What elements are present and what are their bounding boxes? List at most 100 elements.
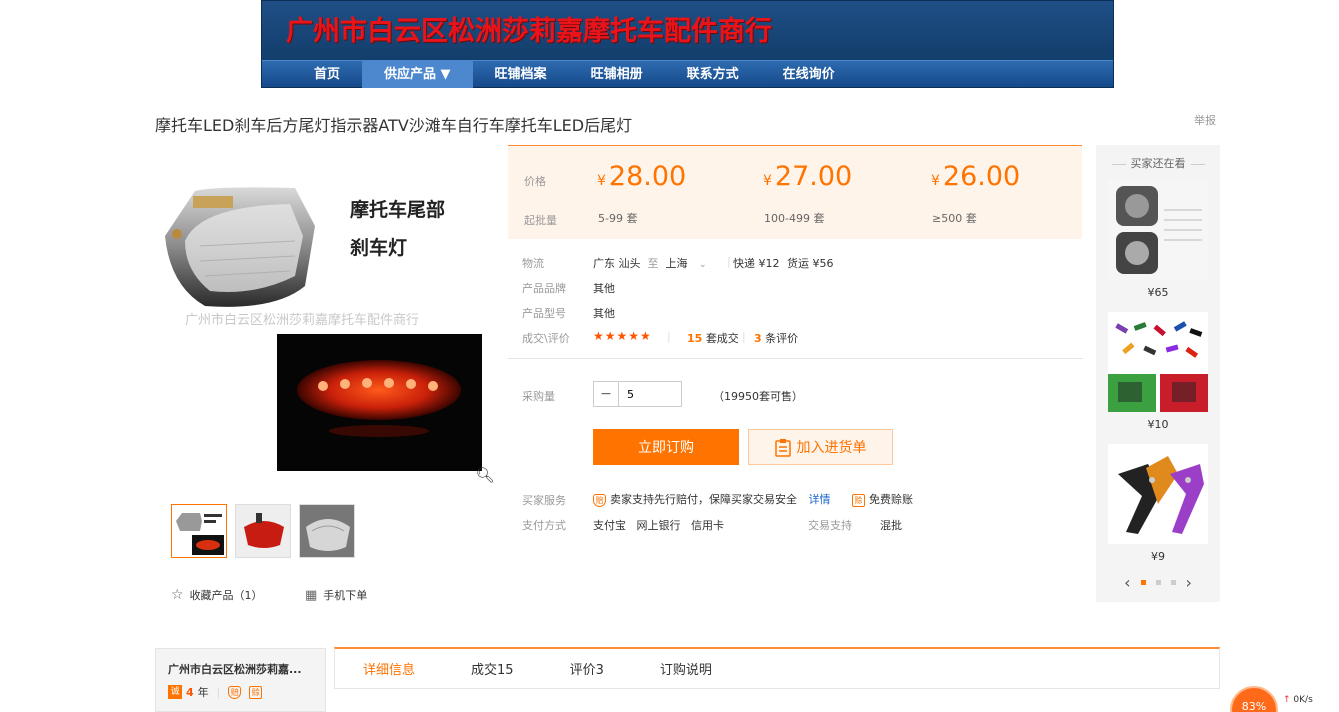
model-label: 产品型号 (522, 307, 566, 320)
thumbnail-1[interactable] (171, 504, 227, 558)
favorite-label: 收藏产品（1） (189, 589, 263, 602)
brand-label: 产品品牌 (522, 282, 566, 295)
price-box: 价格 起批量 ¥28.00 ¥27.00 ¥26.00 5-99 套 100-4… (508, 145, 1082, 239)
recommendation-1-illustration (1108, 180, 1208, 280)
carousel-dot-1[interactable] (1140, 580, 1146, 585)
carousel-dot-3[interactable] (1170, 580, 1176, 585)
qty-tier-3: ≥500 套 (932, 212, 977, 225)
thumbnail-strip (171, 504, 355, 558)
nav-contact[interactable]: 联系方式 (665, 61, 761, 88)
shop-card-name[interactable]: 广州市白云区松洲莎莉嘉... (168, 661, 302, 677)
recommendation-price-1[interactable]: ¥65 (1096, 286, 1220, 299)
qr-code-icon: ▦ (305, 587, 318, 603)
reviews-count[interactable]: 3 条评价 (754, 330, 798, 346)
quantity-minus-button[interactable]: − (594, 382, 619, 406)
thumbnail-2-image (236, 505, 290, 557)
model-value: 其他 (593, 307, 615, 320)
recommendation-price-2[interactable]: ¥10 (1096, 418, 1220, 431)
nav-album[interactable]: 旺铺相册 (569, 61, 665, 88)
tab-reviews[interactable]: 评价3 (542, 659, 632, 678)
product-title: 摩托车LED刹车后方尾灯指示器ATV沙滩车自行车摩托车LED后尾灯 (155, 116, 633, 135)
mobile-order[interactable]: ▦ 手机下单 (305, 587, 367, 603)
price-tier-3: ¥26.00 (931, 161, 1021, 192)
price-label: 价格 (524, 175, 546, 188)
image-caption-2: 刹车灯 (350, 236, 407, 259)
nav-inquiry[interactable]: 在线询价 (761, 61, 857, 88)
network-speed: ↑ 0K/s (1280, 692, 1339, 712)
image-caption-1: 摩托车尾部 (350, 198, 445, 221)
shop-banner: 广州市白云区松洲莎莉嘉摩托车配件商行 首页 供应产品 ▼ 旺铺档案 旺铺相册 联… (261, 0, 1114, 88)
image-watermark: 广州市白云区松洲莎莉嘉摩托车配件商行 (185, 312, 419, 328)
tab-deals[interactable]: 成交15 (443, 659, 542, 678)
free-credit: 免费赊账 (869, 493, 913, 506)
price-tier-1: ¥28.00 (597, 161, 687, 192)
mobile-order-label: 手机下单 (323, 589, 368, 602)
main-product-image[interactable]: 摩托车尾部 刹车灯 广州市白云区松洲莎莉嘉摩托车配件商行 (155, 146, 495, 486)
favorite-product[interactable]: ☆ 收藏产品（1） (171, 587, 263, 603)
recommendation-image-2[interactable] (1108, 312, 1208, 412)
star-outline-icon: ☆ (171, 587, 184, 603)
shield-icon: 赔 (593, 493, 606, 507)
payment-methods: 支付宝 网上银行 信用卡 (593, 519, 724, 532)
zoom-icon[interactable]: 🔍︎ (474, 464, 496, 486)
chevron-down-icon: ⌄ (699, 260, 707, 270)
recommendation-image-3[interactable] (1108, 444, 1208, 544)
freight-fee: 货运 ¥56 (787, 257, 834, 270)
tab-details[interactable]: 详细信息 (335, 659, 443, 678)
shop-years-unit: 年 (197, 686, 209, 699)
rating-divider: | (667, 330, 671, 343)
qty-label: 采购量 (522, 390, 555, 403)
add-to-cart-button[interactable]: 加入进货单 (748, 429, 893, 465)
deals-count[interactable]: 15 套成交 (687, 330, 739, 346)
shop-years-divider: | (216, 685, 221, 699)
payment-label: 支付方式 (522, 519, 566, 532)
trade-support-value: 混批 (880, 519, 902, 532)
recommendation-price-3[interactable]: ¥9 (1096, 550, 1220, 563)
nav-profile[interactable]: 旺铺档案 (473, 61, 569, 88)
shop-card: 广州市白云区松洲莎莉嘉... 诚 4 年 | 赔 赊 (155, 648, 326, 712)
service-detail-link[interactable]: 详情 (809, 493, 831, 506)
quantity-stepper: − (593, 381, 682, 407)
deals-divider: | (742, 330, 746, 343)
network-speed-value: 0K/s (1293, 695, 1313, 705)
speed-widget[interactable]: 83% (1230, 686, 1278, 712)
nav-products[interactable]: 供应产品 ▼ (362, 60, 473, 88)
chevron-left-icon[interactable]: ‹ (1124, 573, 1130, 592)
credit-icon-small: 赊 (249, 685, 263, 699)
thumbnail-3-image (300, 505, 354, 557)
recommendations-sidebar: 买家还在看 ¥65 ¥10 ¥9 ‹ › (1096, 145, 1220, 602)
brand-value: 其他 (593, 282, 615, 295)
carousel-dot-2[interactable] (1155, 580, 1161, 585)
quantity-input[interactable] (619, 382, 681, 406)
tab-order-notes[interactable]: 订购说明 (632, 659, 740, 678)
chengxintong-icon: 诚 (168, 685, 182, 699)
qty-tier-1: 5-99 套 (598, 212, 638, 225)
shop-years: 诚 4 年 | 赔 赊 (168, 684, 266, 700)
logistics-route[interactable]: 广东 汕头 至 上海 ⌄ (593, 255, 707, 271)
chevron-right-icon[interactable]: › (1186, 573, 1192, 592)
sidebar-title: 买家还在看 (1096, 155, 1220, 171)
carousel-nav: ‹ › (1096, 573, 1220, 592)
min-order-label: 起批量 (524, 214, 557, 227)
detail-tabs: 详细信息 成交15 评价3 订购说明 (334, 647, 1220, 689)
upload-arrow-icon: ↑ (1283, 695, 1291, 705)
thumbnail-2[interactable] (235, 504, 291, 558)
rating-stars: ★★★★★ (593, 329, 652, 343)
section-divider (508, 358, 1083, 359)
shield-icon-small: 赔 (228, 685, 242, 699)
trade-support-label: 交易支持 (808, 519, 852, 532)
thumbnail-3[interactable] (299, 504, 355, 558)
shop-nav: 首页 供应产品 ▼ 旺铺档案 旺铺相册 联系方式 在线询价 (262, 60, 1113, 88)
logistics-divider: | (727, 255, 731, 268)
shop-years-number: 4 (186, 685, 194, 699)
clipboard-icon (774, 438, 791, 457)
nav-home[interactable]: 首页 (292, 61, 362, 88)
buy-now-button[interactable]: 立即订购 (593, 429, 739, 465)
available-stock: （19950套可售） (713, 390, 803, 403)
recommendation-image-1[interactable] (1108, 180, 1208, 280)
buyer-service: 赔卖家支持先行赔付，保障买家交易安全 详情 赊免费赊账 (593, 491, 913, 507)
shop-name[interactable]: 广州市白云区松洲莎莉嘉摩托车配件商行 (286, 9, 772, 48)
report-link[interactable]: 举报 (1194, 112, 1216, 128)
thumbnail-1-image (172, 505, 226, 557)
speed-percent: 83% (1241, 700, 1267, 712)
